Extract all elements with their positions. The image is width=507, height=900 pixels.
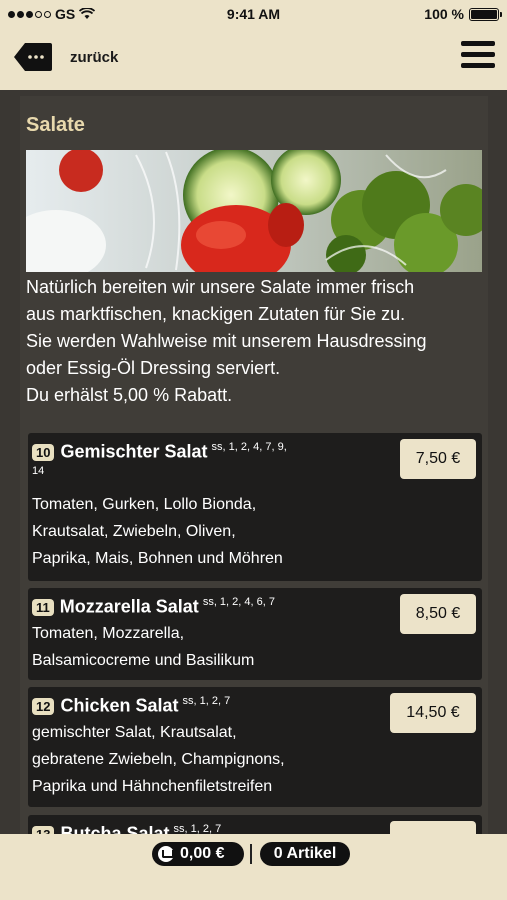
item-allergen-codes: ss, 1, 2, 4, 6, 7 [202,596,275,608]
divider [250,844,252,864]
menu-item: 13 Butcha Salatss, 1, 2, 7 [28,815,482,834]
item-allergen-codes-cont: 14 [32,464,45,477]
item-description: Tomaten, Mozzarella, Balsamicocreme und … [32,620,254,674]
battery-info: 100 % [424,6,502,22]
menu-item-header: 10 Gemischter Salat ss, 1, 2, 4, 7, 9, 14 [32,441,332,477]
add-to-cart-button[interactable]: 8,50 € [400,594,476,634]
desc-line: gemischter Salat, Krautsalat, [32,724,237,741]
menu-item-header: 13 Butcha Salatss, 1, 2, 7 [32,823,332,834]
item-number: 10 [32,443,55,461]
menu-item-header: 12 Chicken Salat ss, 1, 2, 7 [32,695,332,717]
shopping-cart-icon [158,846,174,862]
menu-item: 11 Mozzarella Salat ss, 1, 2, 4, 6, 7 8,50… [28,588,482,680]
cart-bar: 0,00 € 0 Artikel [0,834,507,900]
hamburger-menu-icon[interactable] [461,41,495,71]
item-allergen-codes: ss, 1, 2, 7 [182,695,231,707]
add-to-cart-button[interactable]: 14,50 € [390,693,476,733]
intro-line: Du erhälst 5,00 % Rabatt. [26,385,233,405]
section-title: Salate [26,114,85,136]
add-to-cart-button[interactable] [390,821,476,834]
back-label: zurück [70,48,119,66]
item-name: Mozzarella Salat [59,596,199,617]
menu-item: 10 Gemischter Salat ss, 1, 2, 4, 7, 9, 14 … [28,433,482,581]
back-button[interactable]: zurück [13,42,118,72]
intro-line: Natürlich bereiten wir unsere Salate imm… [26,277,415,297]
item-number: 11 [32,598,54,616]
menu-item: 12 Chicken Salat ss, 1, 2, 7 14,50 € gemis… [28,687,482,807]
battery-percent: 100 % [424,6,464,22]
cart-articles-button[interactable]: 0 Artikel [260,842,350,866]
back-arrow-icon [14,43,52,71]
item-allergen-codes: ss, 1, 2, 7 [173,823,222,834]
nav-bar: zurück [0,30,507,90]
desc-line: Paprika, Mais, Bohnen und Möhren [32,550,283,567]
salad-hero-image [26,150,482,272]
desc-line: Paprika und Hähnchenfiletstreifen [32,778,273,795]
intro-line: oder Essig-Öl Dressing serviert. [26,358,281,378]
item-allergen-codes: ss, 1, 2, 4, 7, 9, [211,441,287,453]
intro-line: Sie werden Wahlweise mit unserem Hausdre… [26,331,427,351]
add-to-cart-button[interactable]: 7,50 € [400,439,476,479]
cart-total-button[interactable]: 0,00 € [152,842,244,866]
item-number: 13 [32,825,55,834]
menu-section: Salate Natürlich bereiten wir unsere Sal… [20,96,488,834]
section-intro: Natürlich bereiten wir unsere Salate imm… [26,274,482,409]
item-description: Tomaten, Gurken, Lollo Bionda, Krautsala… [32,491,283,572]
item-name: Gemischter Salat [60,441,208,462]
desc-line: Tomaten, Mozzarella, [32,625,185,642]
battery-icon [469,7,502,21]
menu-item-header: 11 Mozzarella Salat ss, 1, 2, 4, 6, 7 [32,596,332,618]
desc-line: Balsamicocreme und Basilikum [32,652,255,669]
desc-line: Krautsalat, Zwiebeln, Oliven, [32,523,236,540]
item-number: 12 [32,697,55,715]
item-description: gemischter Salat, Krautsalat, gebratene … [32,719,285,800]
item-name: Chicken Salat [60,695,179,716]
cart-total: 0,00 € [180,845,225,862]
intro-line: aus marktfischen, knackigen Zutaten für … [26,304,406,324]
desc-line: gebratene Zwiebeln, Champignons, [32,751,285,768]
status-bar: GS 9:41 AM 100 % [0,0,507,30]
desc-line: Tomaten, Gurken, Lollo Bionda, [32,496,257,513]
item-name: Butcha Salat [60,823,170,834]
